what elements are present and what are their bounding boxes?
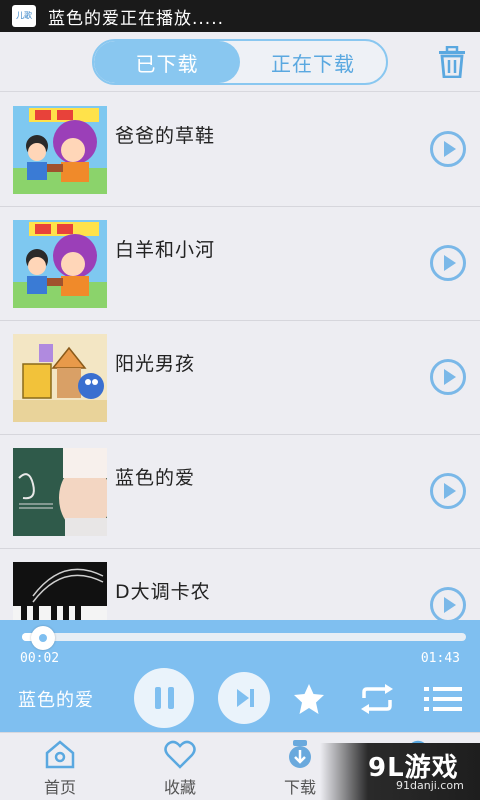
play-icon (444, 597, 456, 613)
elapsed-time: 00:02 (20, 651, 60, 666)
progress-slider[interactable] (22, 633, 466, 641)
play-button[interactable] (430, 587, 466, 620)
song-title: 阳光男孩 (115, 353, 196, 375)
home-icon (45, 740, 75, 769)
play-icon (444, 141, 456, 157)
song-list: 爸爸的草鞋 白羊和小河 阳光男孩 蓝色的爱 D大调卡农 (0, 93, 480, 620)
song-row[interactable]: 爸爸的草鞋 (0, 93, 480, 207)
song-cover (13, 448, 107, 536)
status-bar: 儿歌 蓝色的爱正在播放..... (0, 0, 480, 32)
next-icon (237, 689, 254, 707)
nav-favorites-label: 收藏 (163, 778, 196, 797)
status-text: 蓝色的爱正在播放..... (48, 8, 225, 29)
play-button[interactable] (430, 359, 466, 395)
song-cover (13, 562, 107, 620)
play-icon (444, 483, 456, 499)
star-icon[interactable] (292, 683, 326, 715)
pause-button[interactable] (134, 668, 194, 728)
now-playing-title: 蓝色的爱 (18, 690, 94, 711)
nav-home[interactable]: 首页 (0, 733, 120, 800)
repeat-icon[interactable] (358, 684, 396, 714)
play-icon (444, 255, 456, 271)
watermark-url: 91danji.com (396, 779, 464, 792)
download-segment-control: 已下载 正在下载 (92, 39, 388, 85)
total-time: 01:43 (420, 651, 460, 666)
play-button[interactable] (430, 473, 466, 509)
app-notification-icon: 儿歌 (12, 5, 36, 27)
play-icon (444, 369, 456, 385)
download-icon (289, 740, 311, 768)
music-player: 00:02 01:43 蓝色的爱 (0, 620, 480, 732)
song-title: 白羊和小河 (115, 239, 216, 261)
tab-downloaded[interactable]: 已下载 (94, 41, 240, 83)
song-title: 蓝色的爱 (115, 467, 196, 489)
trash-icon (439, 45, 465, 79)
song-cover (13, 334, 107, 422)
progress-knob[interactable] (31, 626, 56, 650)
playlist-icon[interactable] (424, 686, 462, 712)
app-root: 儿歌 蓝色的爱正在播放..... 已下载 正在下载 爸爸的草鞋 白羊和小河 阳光… (0, 0, 480, 800)
delete-button[interactable] (436, 45, 468, 79)
song-title: D大调卡农 (115, 581, 211, 603)
song-cover (13, 106, 107, 194)
song-title: 爸爸的草鞋 (115, 125, 216, 147)
nav-favorites[interactable]: 收藏 (120, 733, 240, 800)
heart-icon (164, 740, 196, 769)
song-cover (13, 220, 107, 308)
tab-downloading[interactable]: 正在下载 (240, 41, 386, 83)
pause-icon (154, 687, 161, 709)
play-button[interactable] (430, 131, 466, 167)
next-button[interactable] (218, 672, 270, 724)
song-row[interactable]: 白羊和小河 (0, 207, 480, 321)
play-button[interactable] (430, 245, 466, 281)
song-row[interactable]: 蓝色的爱 (0, 435, 480, 549)
song-row[interactable]: 阳光男孩 (0, 321, 480, 435)
site-watermark: 9L游戏 91danji.com (320, 743, 480, 800)
song-row[interactable]: D大调卡农 (0, 549, 480, 620)
pause-icon (167, 687, 174, 709)
nav-home-label: 首页 (43, 778, 76, 797)
top-bar: 已下载 正在下载 (0, 32, 480, 92)
